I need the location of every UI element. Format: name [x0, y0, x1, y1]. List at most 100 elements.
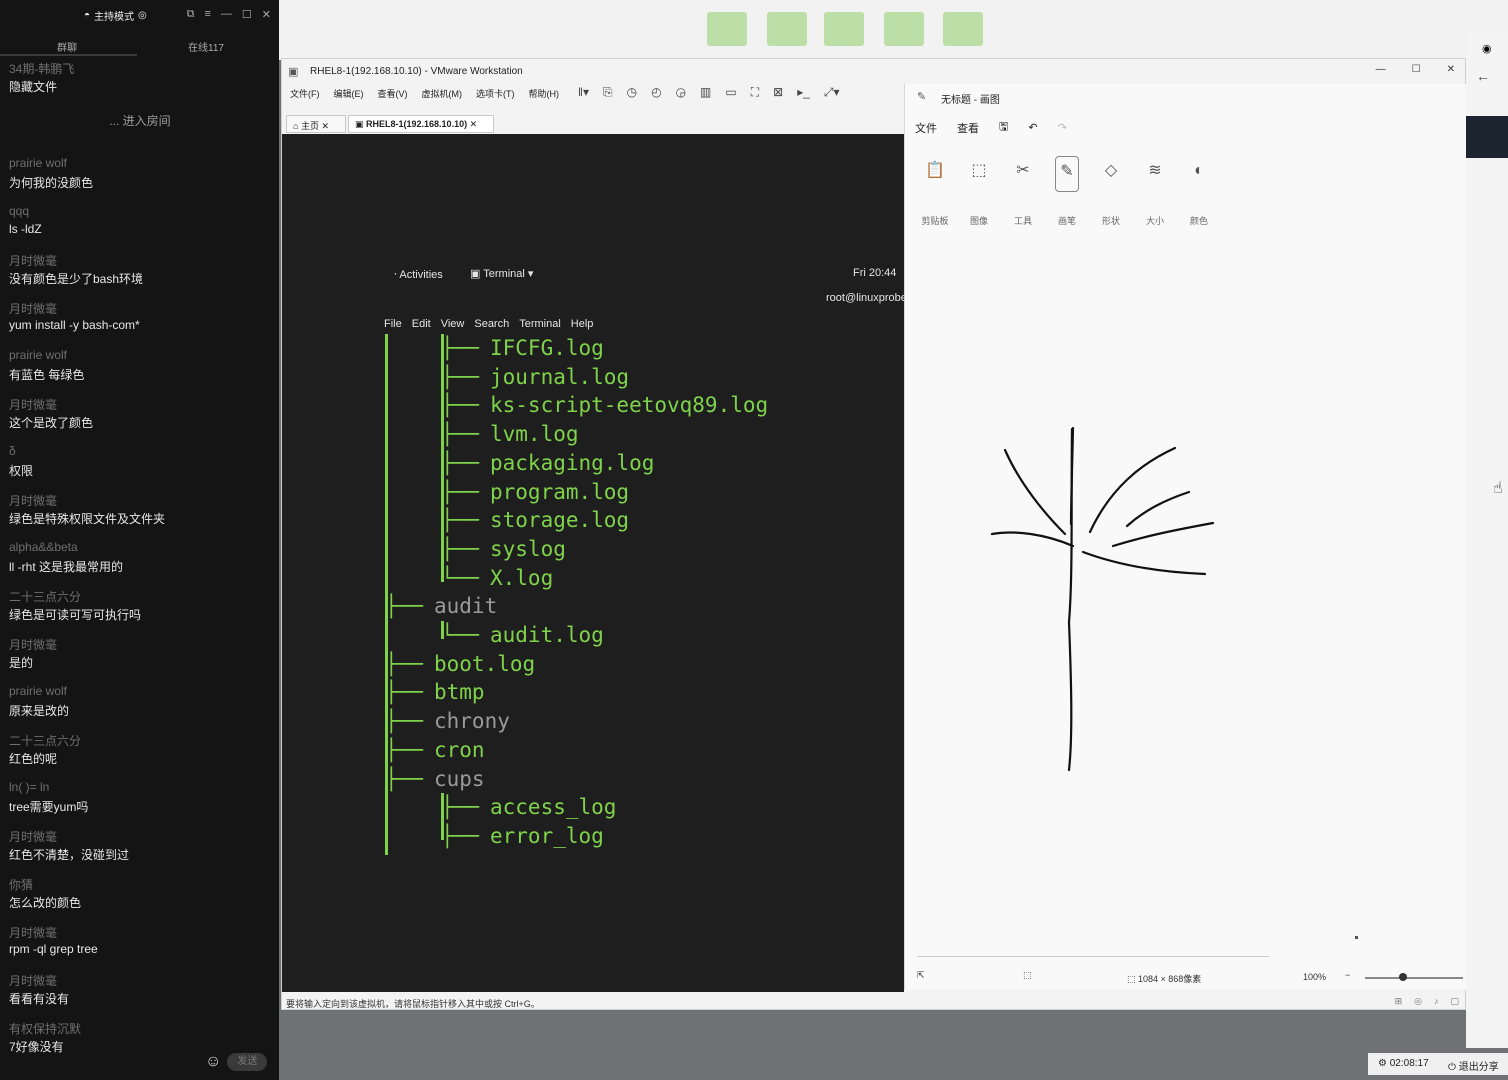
save-icon[interactable]: 🖫	[999, 118, 1008, 137]
terminal-menu-item[interactable]: Help	[571, 318, 594, 330]
browser-side-strip: ◉ ←	[1466, 32, 1508, 1048]
emoji-icon[interactable]: ☺	[205, 1053, 221, 1071]
maximize-icon[interactable]: ☐	[1412, 64, 1421, 75]
app-icon[interactable]: ◉	[1482, 42, 1492, 55]
scrollbar[interactable]	[917, 956, 1269, 957]
chat-nickname[interactable]: 月时微毫	[9, 828, 57, 845]
ribbon-tool[interactable]: ⬚ 图像	[959, 156, 999, 227]
redo-icon[interactable]: ↷	[1058, 121, 1067, 134]
terminal-menu-item[interactable]: View	[441, 318, 465, 330]
tab-home[interactable]: ⌂ 主页 ✕	[286, 115, 346, 133]
display-icon[interactable]: ▢	[1450, 996, 1459, 1007]
sound-icon[interactable]: ♪	[1434, 996, 1439, 1007]
send-keys-icon[interactable]: ⎘	[603, 85, 613, 100]
chat-nickname[interactable]: 有权保持沉默	[9, 1020, 81, 1037]
toolbar-app-button[interactable]	[943, 12, 983, 46]
manage-snapshot-icon[interactable]: ◶	[676, 85, 686, 100]
activities-button[interactable]: ⸱ Activities	[394, 267, 443, 282]
chat-nickname[interactable]: 二十三点六分	[9, 732, 81, 749]
chat-nickname[interactable]: qqq	[9, 204, 29, 218]
back-arrow-icon[interactable]: ←	[1476, 68, 1490, 84]
host-mode[interactable]: ◓ 主持模式 ◎	[84, 8, 147, 23]
menu-view[interactable]: 查看	[957, 120, 979, 136]
terminal-menu-item[interactable]: Search	[474, 318, 509, 330]
tab-online[interactable]: 在线117	[188, 39, 224, 54]
vmware-menu-item[interactable]: 文件(F)	[290, 87, 320, 100]
zoom-slider[interactable]	[1365, 977, 1463, 979]
chat-message: 月时微毫 是的	[9, 634, 271, 682]
chat-nickname[interactable]: prairie wolf	[9, 348, 67, 362]
vmware-menu-item[interactable]: 选项卡(T)	[476, 87, 515, 100]
chat-text: 红色的呢	[9, 752, 58, 766]
chat-nickname[interactable]: alpha&&beta	[9, 540, 78, 554]
ribbon-tool[interactable]: 📋 剪贴板	[915, 156, 955, 227]
chat-nickname[interactable]: δ	[9, 444, 16, 458]
vmware-menu-item[interactable]: 虚拟机(M)	[422, 87, 463, 100]
sidebar-icon[interactable]: ▥	[700, 85, 711, 100]
tab-vm[interactable]: ▣ RHEL8-1(192.168.10.10) ✕	[348, 115, 494, 133]
console-icon[interactable]: ▸_	[797, 85, 810, 100]
toolbar-app-button[interactable]	[824, 12, 864, 46]
ribbon-tool[interactable]: ✂ 工具	[1003, 156, 1043, 227]
chat-nickname[interactable]: 二十三点六分	[9, 588, 81, 605]
terminal-menu-item[interactable]: Terminal	[519, 318, 561, 330]
menu-icon[interactable]: ≡	[204, 8, 210, 21]
chat-nickname[interactable]: 你猜	[9, 876, 33, 893]
drawing-canvas[interactable]	[905, 234, 1467, 954]
chat-nickname[interactable]: 月时微毫	[9, 492, 57, 509]
snapshot-icon[interactable]: ◷	[627, 85, 637, 100]
chat-message: 月时微毫 rpm -ql grep tree	[9, 922, 271, 970]
terminal-app-menu[interactable]: ▣ Terminal ▾	[470, 267, 533, 280]
stretch-icon[interactable]: ⤢▾	[824, 85, 840, 100]
vmware-menu-item[interactable]: 查看(V)	[378, 87, 408, 100]
pause-icon[interactable]: ‖▾	[578, 85, 589, 100]
chat-nickname[interactable]: prairie wolf	[9, 684, 67, 698]
zoom-out-icon[interactable]: −	[1345, 970, 1350, 980]
minimize-icon[interactable]: —	[221, 8, 232, 21]
popout-icon[interactable]: ⧉	[187, 8, 195, 21]
ribbon-tool[interactable]: ◇ 形状	[1091, 156, 1131, 227]
ribbon-tool[interactable]: ✎ 画笔	[1047, 156, 1087, 227]
zoom-slider-knob[interactable]	[1399, 973, 1407, 981]
menu-file[interactable]: 文件	[915, 120, 937, 136]
paint-window: ✎ 无标题 - 画图 文件 查看 🖫 ↶ ↷ 📋 剪贴板 ⬚ 图像 ✂ 工具 ✎ 画笔 ◇ 形状 ≋…	[904, 84, 1466, 990]
send-button[interactable]: 发送	[227, 1053, 268, 1071]
chat-message: 月时微毫 看看有没有	[9, 970, 271, 1018]
chat-nickname[interactable]: 月时微毫	[9, 300, 57, 317]
minimize-icon[interactable]: —	[1376, 64, 1386, 75]
tab-group-chat[interactable]: 群聊	[57, 39, 77, 54]
chat-nickname[interactable]: 月时微毫	[9, 252, 57, 269]
toolbar-app-button[interactable]	[707, 12, 747, 46]
terminal-menu-item[interactable]: File	[384, 318, 402, 330]
toolbar-app-button[interactable]	[767, 12, 807, 46]
resize-handle[interactable]	[1355, 936, 1358, 939]
thumbnail-icon[interactable]: ▭	[725, 85, 736, 100]
close-icon[interactable]: ✕	[262, 8, 271, 21]
toolbar-app-button[interactable]	[884, 12, 924, 46]
chat-nickname[interactable]: 月时微毫	[9, 396, 57, 413]
settings-icon[interactable]: ◎	[138, 10, 147, 21]
close-icon[interactable]: ✕	[1447, 64, 1455, 75]
terminal-menu-item[interactable]: Edit	[412, 318, 431, 330]
chat-nickname[interactable]: prairie wolf	[9, 156, 67, 170]
ribbon-tool[interactable]: ≋ 大小	[1135, 156, 1175, 227]
vmware-menu-item[interactable]: 编辑(E)	[334, 87, 364, 100]
chat-nickname[interactable]: ln( )= ln	[9, 780, 49, 794]
clock[interactable]: Fri 20:44	[853, 267, 896, 279]
chat-nickname[interactable]: 月时微毫	[9, 972, 57, 989]
chat-nickname[interactable]: 月时微毫	[9, 636, 57, 653]
maximize-icon[interactable]: ☐	[242, 8, 252, 21]
network-icon[interactable]: ⊞	[1395, 996, 1403, 1007]
stop-sharing-button[interactable]: ⏻ 退出分享	[1448, 1058, 1499, 1073]
vmware-menu-item[interactable]: 帮助(H)	[529, 87, 560, 100]
vmware-icon: ▣	[288, 66, 299, 78]
unity-icon[interactable]: ⊠	[773, 85, 783, 100]
revert-icon[interactable]: ◴	[651, 85, 661, 100]
chat-nickname[interactable]: 34期-韩鹏飞	[9, 60, 74, 77]
chat-nickname[interactable]: 月时微毫	[9, 924, 57, 941]
vm-console[interactable]: ⸱ Activities ▣ Terminal ▾ Fri 20:44 root…	[282, 134, 904, 992]
ribbon-tool[interactable]: ◐ 颜色	[1179, 156, 1219, 227]
undo-icon[interactable]: ↶	[1028, 121, 1037, 134]
fullscreen-icon[interactable]: ⛶	[751, 85, 759, 100]
usb-icon[interactable]: ◎	[1414, 996, 1422, 1007]
